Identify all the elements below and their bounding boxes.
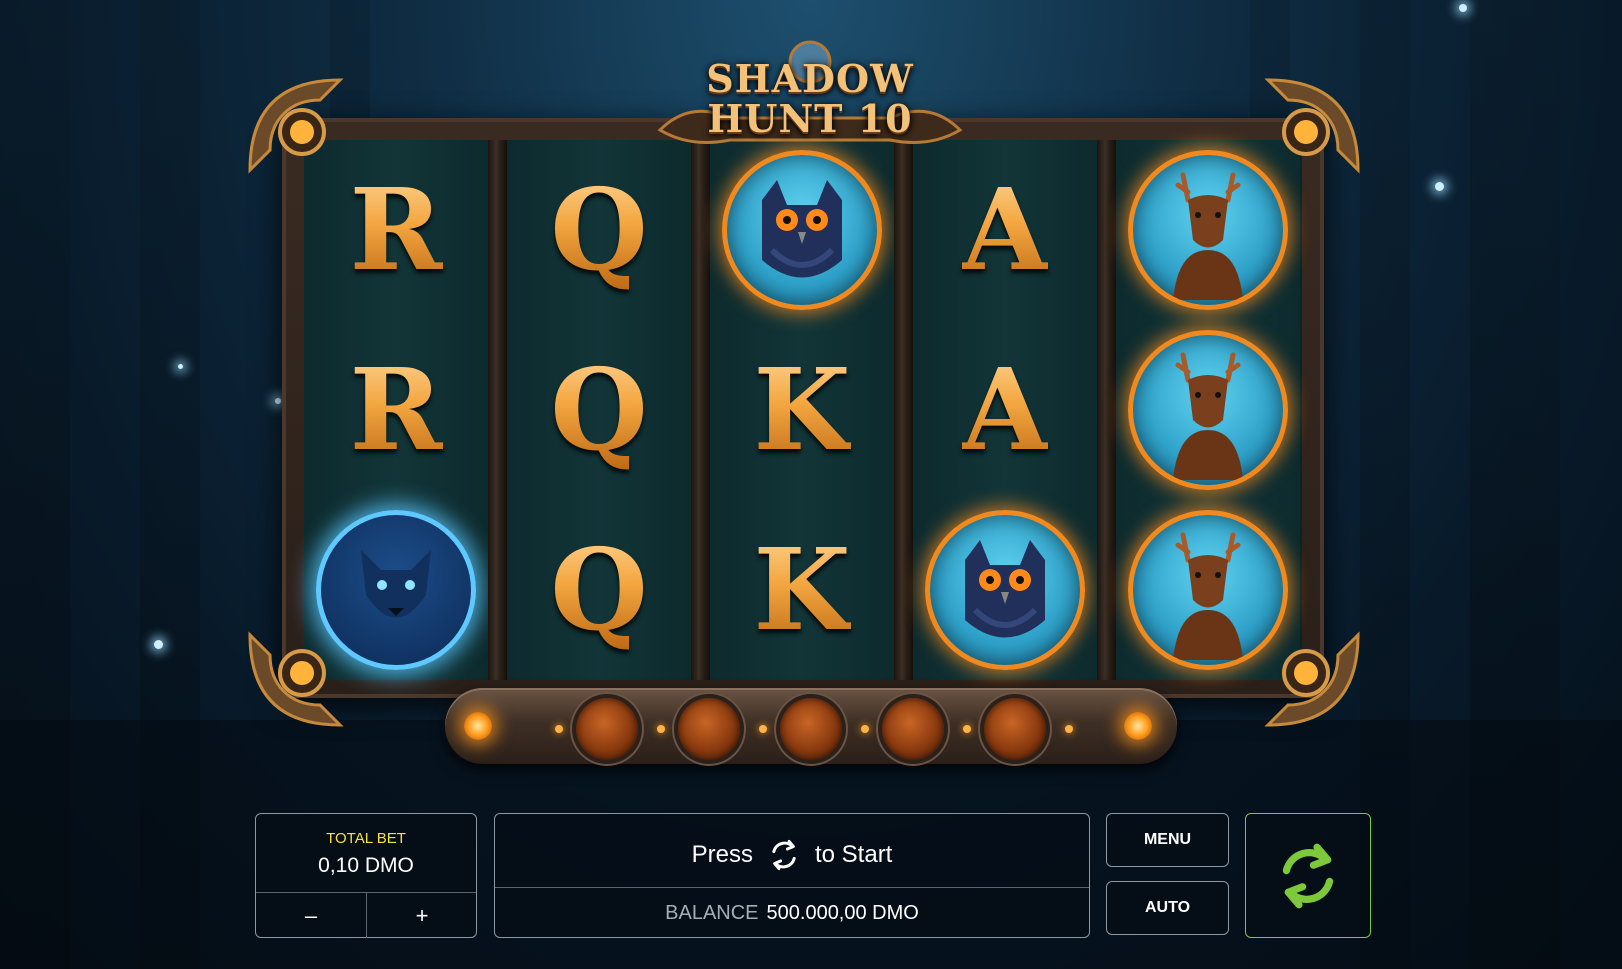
symbol-owl <box>710 140 894 320</box>
owl-icon <box>722 150 882 310</box>
reel-3: KK <box>710 140 894 680</box>
payline-gem-icon <box>678 698 740 760</box>
total-bet-label: TOTAL BET <box>326 830 406 847</box>
payline-gem-icon <box>984 698 1046 760</box>
firefly <box>275 398 281 404</box>
symbol-k: K <box>753 344 851 476</box>
press-text: Press <box>691 841 753 868</box>
balance-value: 500.000,00 DMO <box>766 902 919 924</box>
lamp-left-icon <box>464 712 492 740</box>
corner-ornament-bottom-left <box>240 625 350 735</box>
symbol-k: K <box>753 524 851 656</box>
symbol-a: A <box>961 344 1049 476</box>
logo-line-2: HUNT 10 <box>707 96 913 141</box>
symbol-q: Q <box>550 344 648 476</box>
firefly <box>154 640 163 649</box>
firefly <box>1435 182 1444 191</box>
spin-arrows-icon <box>772 839 796 871</box>
symbol-letter: K <box>710 320 894 500</box>
reel-divider <box>1097 140 1117 680</box>
firefly <box>178 364 183 369</box>
payline-dot-icon <box>1065 725 1073 733</box>
symbol-letter: R <box>304 320 488 500</box>
owl-icon <box>925 510 1085 670</box>
firefly <box>1459 4 1467 12</box>
payline-dot-icon <box>759 725 767 733</box>
payline-dot-icon <box>861 725 869 733</box>
symbol-r: R <box>349 164 443 296</box>
menu-button[interactable]: MENU <box>1106 813 1229 867</box>
reel-divider <box>691 140 711 680</box>
payline-dot-icon <box>963 725 971 733</box>
payline-gem-icon <box>780 698 842 760</box>
game-logo: SHADOW HUNT 10 <box>650 40 970 150</box>
symbol-letter: A <box>913 320 1097 500</box>
reel-1: RR <box>304 140 488 680</box>
payline-gem-icon <box>882 698 944 760</box>
reel-divider <box>894 140 914 680</box>
spin-arrows-icon <box>1282 843 1334 908</box>
symbol-q: Q <box>550 164 648 296</box>
total-bet-panel: TOTAL BET 0,10 DMO – + <box>255 813 477 938</box>
reel-4: AA <box>913 140 1097 680</box>
payline-gem-icon <box>576 698 638 760</box>
symbol-letter: Q <box>507 320 691 500</box>
symbol-owl <box>913 500 1097 680</box>
payline-dot-icon <box>657 725 665 733</box>
reel-2: QQQ <box>507 140 691 680</box>
corner-ornament-bottom-right <box>1258 625 1368 735</box>
divider <box>495 887 1089 888</box>
symbol-letter: K <box>710 500 894 680</box>
logo-line-1: SHADOW <box>706 56 914 101</box>
symbol-stag <box>1116 320 1300 500</box>
symbol-a: A <box>961 164 1049 296</box>
spin-button[interactable] <box>1245 813 1371 938</box>
symbol-q: Q <box>550 524 648 656</box>
autoplay-button[interactable]: AUTO <box>1106 881 1229 935</box>
info-panel: Press to Start BALANCE 500.000,00 DMO <box>494 813 1090 938</box>
corner-ornament-top-left <box>240 70 350 180</box>
payline-dot-icon <box>555 725 563 733</box>
decrease-bet-button[interactable]: – <box>256 893 366 938</box>
reel-divider <box>488 140 508 680</box>
reels-area: RRQQQKKAA <box>304 140 1302 680</box>
symbol-r: R <box>349 344 443 476</box>
symbol-letter: A <box>913 140 1097 320</box>
increase-bet-button[interactable]: + <box>367 893 477 938</box>
press-to-start-message: Press to Start <box>495 838 1089 872</box>
to-start-text: to Start <box>814 841 893 868</box>
balance-row: BALANCE 500.000,00 DMO <box>495 902 1089 925</box>
symbol-letter: Q <box>507 140 691 320</box>
stag-icon <box>1128 330 1288 490</box>
total-bet-value: 0,10 DMO <box>318 854 414 877</box>
balance-label: BALANCE <box>665 902 759 924</box>
symbol-letter: Q <box>507 500 691 680</box>
reel-5 <box>1116 140 1300 680</box>
lamp-right-icon <box>1124 712 1152 740</box>
corner-ornament-top-right <box>1258 70 1368 180</box>
